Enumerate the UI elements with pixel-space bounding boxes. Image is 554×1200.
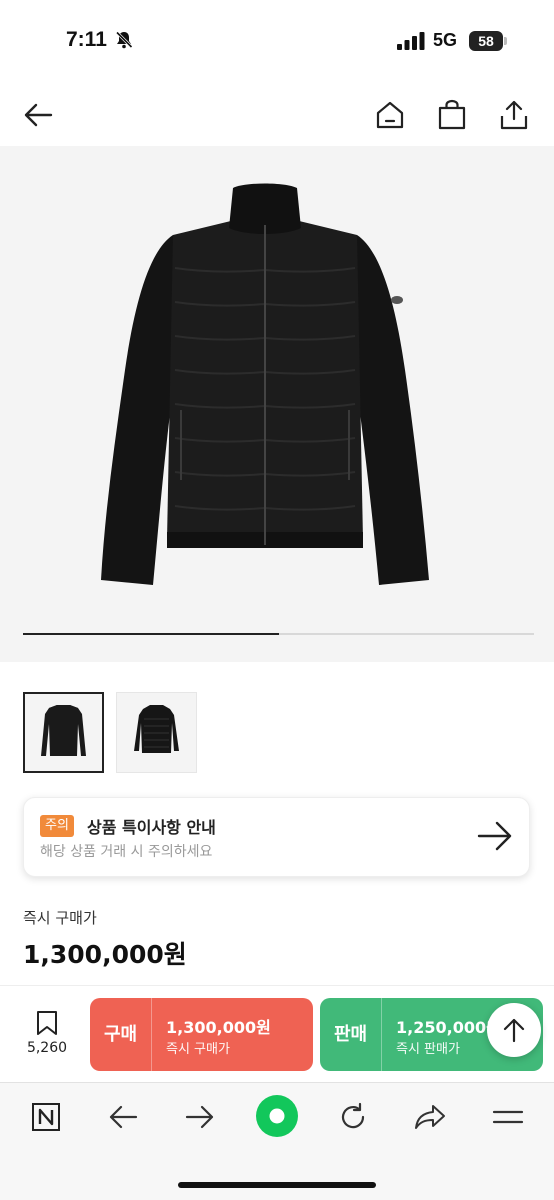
thumbnail-jacket-front-image — [41, 705, 86, 756]
product-image-jacket — [101, 183, 429, 585]
back-icon — [109, 1105, 138, 1129]
reload-button[interactable] — [333, 1097, 373, 1137]
sell-price: 1,250,000원 — [396, 1018, 501, 1037]
buy-sub-label: 즉시 구매가 — [166, 1042, 230, 1057]
arrow-up-icon — [503, 1018, 525, 1043]
green-home-dot-icon — [256, 1095, 298, 1137]
bell-off-icon — [115, 31, 133, 49]
purchase-action-bar: 5,260 구매 1,300,000원 즉시 구매가 판매 1,250,000원… — [0, 985, 554, 1081]
gallery-progress — [23, 633, 534, 635]
buy-button[interactable]: 구매 1,300,000원 즉시 구매가 — [90, 998, 313, 1071]
naver-home-button[interactable] — [26, 1097, 66, 1137]
network-label: 5G — [433, 30, 458, 50]
share-arrow-icon — [415, 1105, 445, 1129]
naver-n-icon — [32, 1103, 60, 1131]
notice-title: 상품 특이사항 안내 — [87, 818, 216, 837]
shopping-bag-button[interactable] — [432, 95, 472, 135]
bookmark-button[interactable]: 5,260 — [18, 1010, 76, 1066]
notice-description: 해당 상품 거래 시 주의하세요 — [40, 844, 213, 860]
sell-sub-label: 즉시 판매가 — [396, 1042, 460, 1057]
share-icon — [500, 100, 528, 130]
browser-share-button[interactable] — [410, 1097, 450, 1137]
buy-kind-label: 구매 — [90, 998, 152, 1071]
product-image-gallery[interactable] — [0, 146, 554, 662]
price-label: 즉시 구매가 — [23, 909, 97, 927]
thumbnail-jacket-back-image — [134, 705, 179, 753]
home-icon — [376, 101, 404, 129]
gallery-progress-fill — [23, 633, 279, 635]
share-button[interactable] — [494, 95, 534, 135]
menu-button[interactable] — [488, 1097, 528, 1137]
bookmark-count: 5,260 — [26, 1040, 68, 1056]
browser-toolbar — [0, 1082, 554, 1200]
home-button[interactable] — [370, 95, 410, 135]
thumbnail-front[interactable] — [23, 692, 104, 773]
arrow-right-icon — [477, 821, 512, 851]
back-button[interactable] — [18, 95, 58, 135]
status-time: 7:11 — [66, 28, 107, 51]
battery-level: 58 — [478, 33, 494, 49]
sell-kind-label: 판매 — [320, 998, 382, 1071]
forward-icon — [185, 1105, 214, 1129]
thumbnail-back[interactable] — [116, 692, 197, 773]
reload-icon — [341, 1102, 365, 1129]
page-header — [0, 85, 554, 145]
caution-badge: 주의 — [40, 815, 74, 837]
bookmark-icon — [37, 1011, 57, 1035]
shopping-bag-icon — [438, 99, 466, 130]
buy-price: 1,300,000원 — [166, 1018, 271, 1037]
menu-icon — [492, 1110, 524, 1124]
green-home-button[interactable] — [254, 1093, 300, 1139]
browser-back-button[interactable] — [103, 1097, 143, 1137]
status-bar: 7:11 5G 58 — [0, 0, 554, 80]
product-notice-card[interactable]: 주의 상품 특이사항 안내 해당 상품 거래 시 주의하세요 — [23, 797, 530, 877]
signal-icon — [397, 32, 425, 50]
back-arrow-icon — [24, 103, 53, 127]
browser-forward-button[interactable] — [180, 1097, 220, 1137]
home-indicator — [178, 1182, 376, 1188]
scroll-to-top-button[interactable] — [487, 1003, 541, 1057]
price-value: 1,300,000원 — [23, 940, 187, 969]
battery-icon: 58 — [469, 31, 507, 51]
